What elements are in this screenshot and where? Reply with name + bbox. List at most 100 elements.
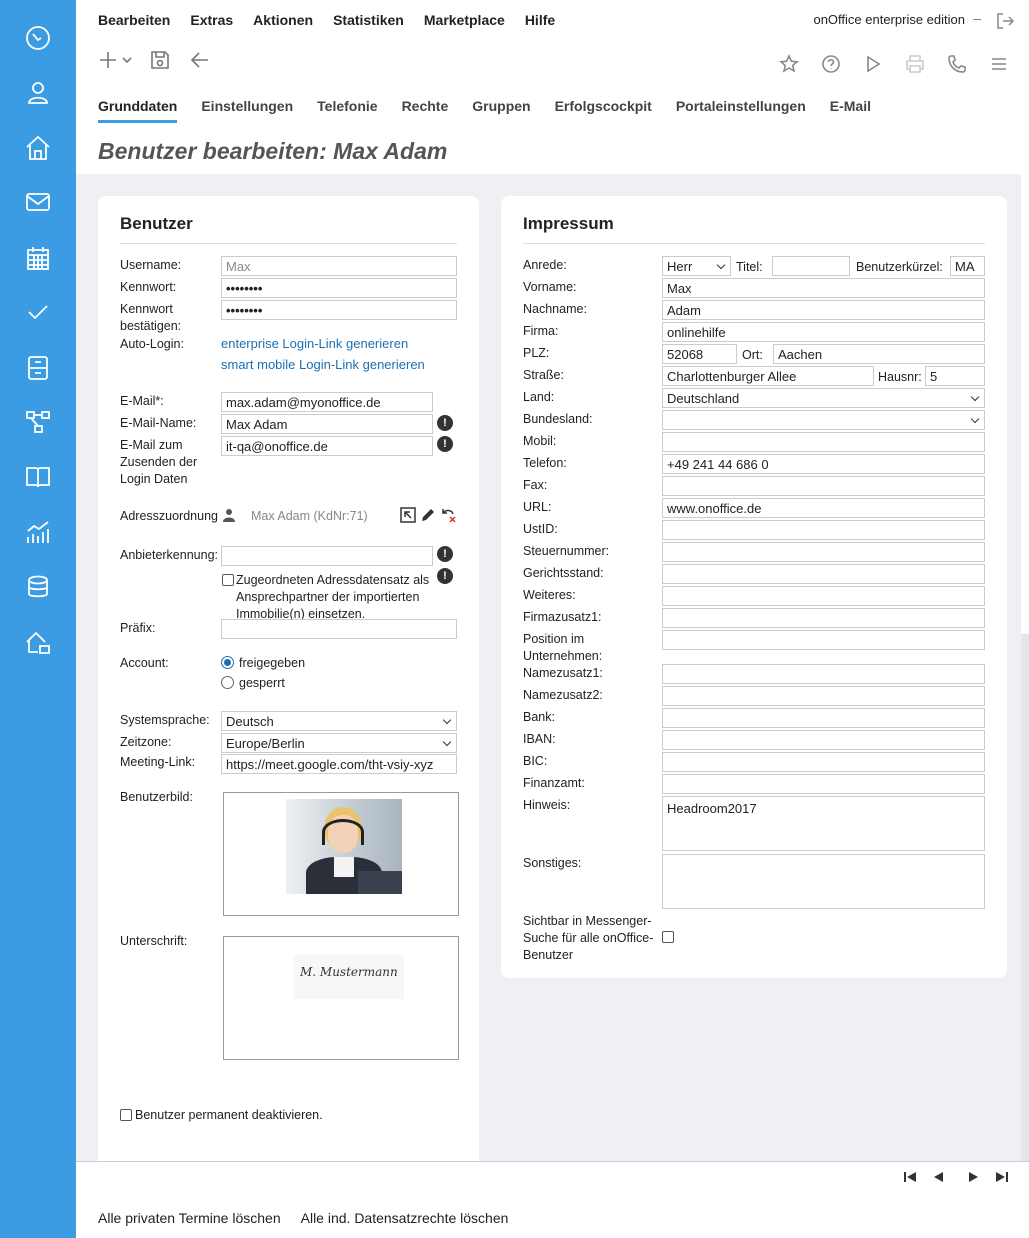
warning-icon[interactable]: ! — [437, 436, 453, 452]
previous-record-icon[interactable] — [931, 1170, 945, 1184]
user-icon[interactable] — [22, 77, 54, 109]
delete-record-rights-link[interactable]: Alle ind. Datensatzrechte löschen — [301, 1210, 509, 1226]
home-icon[interactable] — [22, 132, 54, 164]
vorname-field[interactable]: Max — [662, 278, 985, 298]
first-record-icon[interactable] — [903, 1170, 917, 1184]
hausnr-field[interactable]: 5 — [925, 366, 985, 386]
url-field[interactable]: www.onoffice.de — [662, 498, 985, 518]
tab-portaleinstellungen[interactable]: Portaleinstellungen — [676, 98, 806, 123]
zeitzone-select[interactable]: Europe/Berlin — [221, 733, 457, 753]
scrollbar[interactable] — [1021, 174, 1029, 1161]
database-icon[interactable] — [22, 571, 54, 603]
menu-extras[interactable]: Extras — [190, 12, 233, 28]
ustid-field[interactable] — [662, 520, 985, 540]
benutzerbild-box[interactable] — [223, 792, 459, 916]
undo-delete-icon[interactable] — [441, 507, 457, 523]
open-link-icon[interactable] — [400, 507, 416, 523]
enterprise-login-link[interactable]: enterprise Login-Link generieren — [221, 336, 408, 351]
nachname-field[interactable]: Adam — [662, 300, 985, 320]
anrede-select[interactable]: Herr — [662, 256, 731, 276]
steuernummer-field[interactable] — [662, 542, 985, 562]
strasse-field[interactable]: Charlottenburger Allee — [662, 366, 874, 386]
menu-statistiken[interactable]: Statistiken — [333, 12, 404, 28]
password-confirm-field[interactable]: •••••••• — [221, 300, 457, 320]
tab-telefonie[interactable]: Telefonie — [317, 98, 377, 123]
position-field[interactable] — [662, 630, 985, 650]
bundesland-select[interactable] — [662, 410, 985, 430]
warning-icon[interactable]: ! — [437, 546, 453, 562]
bic-field[interactable] — [662, 752, 985, 772]
zugeordnet-checkbox[interactable] — [222, 574, 234, 586]
back-arrow-icon[interactable] — [188, 48, 212, 72]
firmazusatz-field[interactable] — [662, 608, 985, 628]
phone-icon[interactable] — [945, 52, 969, 76]
warning-icon[interactable]: ! — [437, 415, 453, 431]
systemsprache-select[interactable]: Deutsch — [221, 711, 457, 731]
calendar-icon[interactable] — [22, 242, 54, 274]
iban-field[interactable] — [662, 730, 985, 750]
print-icon[interactable] — [903, 52, 927, 76]
email-zusenden-field[interactable]: it-qa@onoffice.de — [221, 436, 433, 456]
menu-marketplace[interactable]: Marketplace — [424, 12, 505, 28]
mail-icon[interactable] — [22, 186, 54, 218]
menu-aktionen[interactable]: Aktionen — [253, 12, 313, 28]
anbieterkennung-field[interactable] — [221, 546, 433, 566]
logout-icon[interactable] — [995, 11, 1015, 31]
sonstiges-textarea[interactable] — [662, 854, 985, 909]
menu-hilfe[interactable]: Hilfe — [525, 12, 555, 28]
telefon-field[interactable]: +49 241 44 686 0 — [662, 454, 985, 474]
tab-einstellungen[interactable]: Einstellungen — [201, 98, 293, 123]
next-record-icon[interactable] — [967, 1170, 981, 1184]
workflow-icon[interactable] — [22, 406, 54, 438]
hamburger-menu-icon[interactable] — [987, 52, 1011, 76]
minimize-dash[interactable]: – — [973, 10, 981, 26]
land-select[interactable]: Deutschland — [662, 388, 985, 408]
chevron-down-icon[interactable] — [122, 48, 132, 72]
namezusatz1-field[interactable] — [662, 664, 985, 684]
add-icon[interactable] — [96, 48, 120, 72]
namezusatz2-field[interactable] — [662, 686, 985, 706]
ort-field[interactable]: Aachen — [773, 344, 985, 364]
titel-field[interactable] — [772, 256, 850, 276]
unterschrift-box[interactable]: M. Mustermann — [223, 936, 459, 1060]
account-gesperrt-radio[interactable] — [221, 676, 234, 689]
finanzamt-field[interactable] — [662, 774, 985, 794]
house-hand-icon[interactable] — [22, 626, 54, 658]
sichtbar-checkbox[interactable] — [662, 931, 674, 943]
pencil-icon[interactable] — [420, 507, 436, 523]
menu-bearbeiten[interactable]: Bearbeiten — [98, 12, 170, 28]
weiteres-field[interactable] — [662, 586, 985, 606]
account-freigegeben-radio[interactable] — [221, 656, 234, 669]
benutzerkuerzel-field[interactable]: MA — [950, 256, 985, 276]
firma-field[interactable]: onlinehilfe — [662, 322, 985, 342]
last-record-icon[interactable] — [995, 1170, 1009, 1184]
meeting-link-field[interactable]: https://meet.google.com/tht-vsiy-xyz — [221, 754, 457, 774]
fax-field[interactable] — [662, 476, 985, 496]
tab-email[interactable]: E-Mail — [830, 98, 871, 123]
file-cabinet-icon[interactable] — [22, 352, 54, 384]
email-field[interactable]: max.adam@myonoffice.de — [221, 392, 433, 412]
mobil-field[interactable] — [662, 432, 985, 452]
smart-mobile-login-link[interactable]: smart mobile Login-Link generieren — [221, 357, 425, 372]
delete-private-appointments-link[interactable]: Alle privaten Termine löschen — [98, 1210, 281, 1226]
password-field[interactable]: •••••••• — [221, 278, 457, 298]
book-icon[interactable] — [22, 461, 54, 493]
help-icon[interactable] — [819, 52, 843, 76]
tab-grunddaten[interactable]: Grunddaten — [98, 98, 178, 123]
statistics-icon[interactable] — [22, 516, 54, 548]
warning-icon[interactable]: ! — [437, 568, 453, 584]
tab-rechte[interactable]: Rechte — [402, 98, 449, 123]
username-field[interactable]: Max — [221, 256, 457, 276]
deaktivieren-checkbox[interactable] — [120, 1109, 132, 1121]
tab-gruppen[interactable]: Gruppen — [472, 98, 530, 123]
check-icon[interactable] — [22, 296, 54, 328]
plz-field[interactable]: 52068 — [662, 344, 737, 364]
email-name-field[interactable]: Max Adam — [221, 414, 433, 434]
gerichtsstand-field[interactable] — [662, 564, 985, 584]
scrollbar-thumb[interactable] — [1021, 174, 1029, 634]
play-icon[interactable] — [861, 52, 885, 76]
tab-erfolgscockpit[interactable]: Erfolgscockpit — [555, 98, 652, 123]
praefix-field[interactable] — [221, 619, 457, 639]
hinweis-textarea[interactable]: Headroom2017 — [662, 796, 985, 851]
bank-field[interactable] — [662, 708, 985, 728]
